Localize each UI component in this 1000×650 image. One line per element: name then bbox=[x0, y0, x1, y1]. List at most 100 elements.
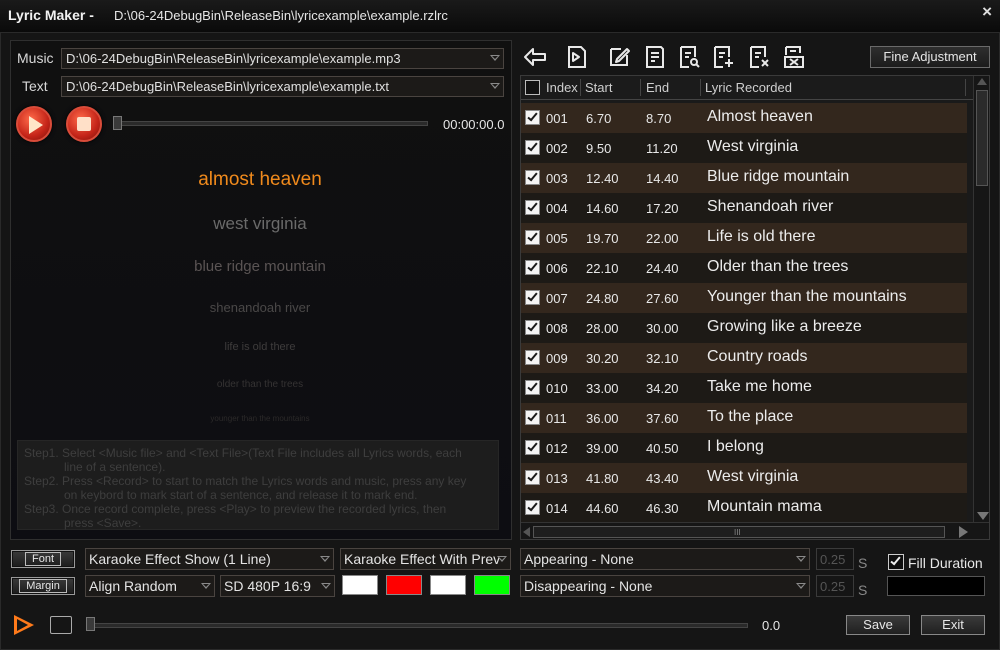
highlight-color-swatch[interactable] bbox=[386, 575, 422, 595]
instruction-step: Step2. Press <Record> to start to match … bbox=[24, 474, 467, 488]
text-color-swatch[interactable] bbox=[342, 575, 378, 595]
vertical-scrollbar[interactable] bbox=[973, 76, 989, 522]
music-file-select[interactable]: D:\06-24DebugBin\ReleaseBin\lyricexample… bbox=[61, 48, 504, 69]
row-checkbox[interactable] bbox=[525, 500, 540, 515]
appearing-seconds-input[interactable]: 0.25 bbox=[816, 548, 854, 570]
align-select[interactable]: Align Random bbox=[85, 575, 215, 597]
table-row[interactable]: 010 33.00 34.20 Take me home bbox=[521, 373, 967, 403]
row-checkbox[interactable] bbox=[525, 260, 540, 275]
preview-line: west virginia bbox=[213, 214, 307, 233]
fine-adjustment-button[interactable]: Fine Adjustment bbox=[870, 46, 990, 68]
row-checkbox[interactable] bbox=[525, 140, 540, 155]
vertical-scroll-thumb[interactable] bbox=[976, 90, 988, 186]
cell-start: 9.50 bbox=[586, 141, 612, 156]
header-end[interactable]: End bbox=[646, 80, 669, 95]
outline-color-swatch[interactable] bbox=[430, 575, 466, 595]
row-checkbox[interactable] bbox=[525, 290, 540, 305]
disappearing-seconds-input[interactable]: 0.25 bbox=[816, 575, 854, 597]
header-index[interactable]: Index bbox=[546, 80, 578, 95]
table-row[interactable]: 012 39.00 40.50 I belong bbox=[521, 433, 967, 463]
exit-button[interactable]: Exit bbox=[921, 615, 985, 635]
import-icon[interactable] bbox=[565, 45, 589, 69]
table-row[interactable]: 006 22.10 24.40 Older than the trees bbox=[521, 253, 967, 283]
effect-preview-select[interactable]: Karaoke Effect With Prev bbox=[340, 548, 511, 570]
row-checkbox[interactable] bbox=[525, 440, 540, 455]
record-play-button[interactable] bbox=[16, 106, 52, 142]
cell-index: 012 bbox=[546, 441, 568, 456]
disappearing-select[interactable]: Disappearing - None bbox=[520, 575, 810, 597]
play-icon[interactable] bbox=[14, 615, 34, 635]
table-row[interactable]: 014 44.60 46.30 Mountain mama bbox=[521, 493, 967, 523]
checkmark-icon bbox=[527, 380, 538, 392]
record-progress-thumb[interactable] bbox=[113, 116, 122, 130]
record-progress-track[interactable] bbox=[114, 121, 428, 126]
edit-icon[interactable] bbox=[607, 45, 631, 69]
cell-end: 34.20 bbox=[646, 381, 679, 396]
preview-line: younger than the mountains bbox=[210, 414, 310, 423]
table-row[interactable]: 009 30.20 32.10 Country roads bbox=[521, 343, 967, 373]
table-row[interactable]: 004 14.60 17.20 Shenandoah river bbox=[521, 193, 967, 223]
row-checkbox[interactable] bbox=[525, 350, 540, 365]
music-file-path: D:\06-24DebugBin\ReleaseBin\lyricexample… bbox=[66, 51, 401, 66]
table-row[interactable]: 002 9.50 11.20 West virginia bbox=[521, 133, 967, 163]
scroll-right-icon[interactable] bbox=[959, 526, 968, 538]
table-row[interactable]: 013 41.80 43.40 West virginia bbox=[521, 463, 967, 493]
outline-highlight-color-swatch[interactable] bbox=[474, 575, 510, 595]
cell-index: 013 bbox=[546, 471, 568, 486]
row-checkbox[interactable] bbox=[525, 230, 540, 245]
stop-icon[interactable] bbox=[50, 616, 72, 634]
row-checkbox[interactable] bbox=[525, 380, 540, 395]
fill-duration-input[interactable] bbox=[887, 576, 985, 596]
scroll-left-icon[interactable] bbox=[523, 527, 530, 537]
document-add-icon[interactable] bbox=[711, 45, 735, 69]
table-row[interactable]: 001 6.70 8.70 Almost heaven bbox=[521, 103, 967, 133]
fill-duration-checkbox[interactable] bbox=[888, 554, 904, 570]
lyric-table: Index Start End Lyric Recorded 001 6.70 8.… bbox=[520, 75, 990, 540]
cell-lyric: Older than the trees bbox=[707, 258, 849, 275]
table-row[interactable]: 005 19.70 22.00 Life is old there bbox=[521, 223, 967, 253]
cell-start: 19.70 bbox=[586, 231, 619, 246]
header-lyric[interactable]: Lyric Recorded bbox=[705, 80, 792, 95]
table-row[interactable]: 008 28.00 30.00 Growing like a breeze bbox=[521, 313, 967, 343]
row-checkbox[interactable] bbox=[525, 470, 540, 485]
table-row[interactable]: 003 12.40 14.40 Blue ridge mountain bbox=[521, 163, 967, 193]
row-checkbox[interactable] bbox=[525, 110, 540, 125]
cell-lyric: I belong bbox=[707, 438, 764, 455]
horizontal-scrollbar[interactable]: III bbox=[521, 522, 989, 539]
table-row[interactable]: 007 24.80 27.60 Younger than the mountains bbox=[521, 283, 967, 313]
window-file-path: D:\06-24DebugBin\ReleaseBin\lyricexample… bbox=[114, 8, 448, 23]
cell-lyric: Shenandoah river bbox=[707, 198, 834, 215]
appearing-select[interactable]: Appearing - None bbox=[520, 548, 810, 570]
row-checkbox[interactable] bbox=[525, 410, 540, 425]
chevron-down-icon bbox=[490, 83, 500, 89]
horizontal-scroll-thumb[interactable]: III bbox=[533, 526, 945, 538]
font-button[interactable]: Font bbox=[11, 550, 75, 568]
row-checkbox[interactable] bbox=[525, 320, 540, 335]
close-icon[interactable]: × bbox=[982, 2, 992, 22]
row-checkbox[interactable] bbox=[525, 200, 540, 215]
scroll-down-icon[interactable] bbox=[977, 512, 989, 520]
instructions-box: Step1. Select <Music file> and <Text Fil… bbox=[17, 440, 499, 530]
playback-progress-thumb[interactable] bbox=[86, 617, 95, 631]
effect-show-value: Karaoke Effect Show (1 Line) bbox=[89, 551, 271, 567]
stop-button[interactable] bbox=[66, 106, 102, 142]
margin-button[interactable]: Margin bbox=[11, 577, 75, 595]
text-file-select[interactable]: D:\06-24DebugBin\ReleaseBin\lyricexample… bbox=[61, 76, 504, 97]
save-button[interactable]: Save bbox=[846, 615, 910, 635]
row-checkbox[interactable] bbox=[525, 170, 540, 185]
cell-index: 011 bbox=[546, 411, 567, 426]
table-row[interactable]: 011 36.00 37.60 To the place bbox=[521, 403, 967, 433]
header-start[interactable]: Start bbox=[585, 80, 612, 95]
resolution-select[interactable]: SD 480P 16:9 bbox=[220, 575, 335, 597]
document-clear-icon[interactable] bbox=[782, 45, 806, 69]
appearing-value: Appearing - None bbox=[524, 551, 634, 567]
back-arrow-icon[interactable] bbox=[523, 45, 547, 69]
document-search-icon[interactable] bbox=[677, 45, 701, 69]
document-delete-icon[interactable] bbox=[747, 45, 771, 69]
document-icon[interactable] bbox=[643, 45, 667, 69]
effect-show-select[interactable]: Karaoke Effect Show (1 Line) bbox=[85, 548, 334, 570]
scroll-up-icon[interactable] bbox=[977, 78, 987, 85]
cell-index: 009 bbox=[546, 351, 568, 366]
select-all-checkbox[interactable] bbox=[525, 80, 540, 95]
playback-progress-track[interactable] bbox=[88, 623, 748, 628]
